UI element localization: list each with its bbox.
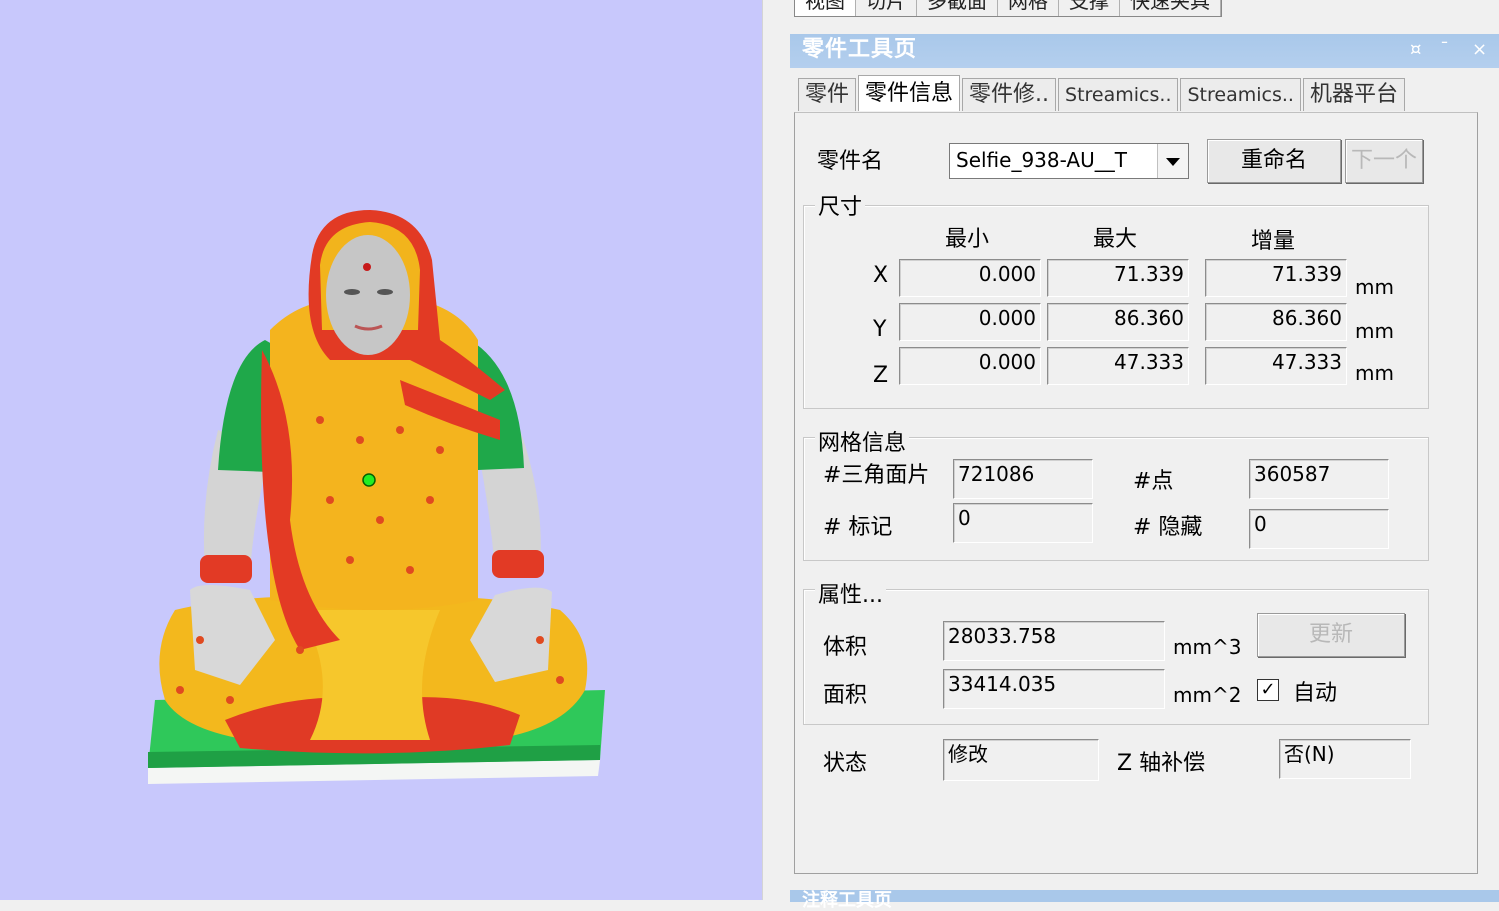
right-panel: 视图 切片 多截面 网格 支撑 快速夹具 零件工具页 ¤ ˉ × 零件 零件信息… [784, 0, 1499, 910]
3d-viewport[interactable] [0, 0, 762, 900]
statue-model[interactable] [0, 0, 762, 900]
tab-part-info[interactable]: 零件信息 [858, 75, 961, 111]
dimensions-title: 尺寸 [815, 189, 866, 221]
y-delta-field: 86.360 [1205, 303, 1347, 341]
y-unit: mm [1355, 319, 1394, 343]
panel-title: 零件工具页 [802, 37, 918, 62]
area-field: 33414.035 [943, 669, 1165, 709]
status-label: 状态 [823, 751, 868, 776]
close-icon[interactable]: × [1472, 34, 1487, 66]
points-label: #点 [1133, 469, 1174, 494]
part-name-label: 零件名 [817, 149, 884, 174]
annotation-tools-title-bar[interactable]: 注释工具页 [790, 890, 1499, 910]
tab-part-repair[interactable]: 零件修.. [962, 78, 1057, 111]
z-compensation-label: Z 轴补偿 [1117, 751, 1206, 776]
points-field: 360587 [1249, 459, 1389, 499]
mesh-info-title: 网格信息 [815, 425, 910, 457]
tab-view[interactable]: 视图 [795, 0, 856, 16]
area-label: 面积 [823, 683, 868, 708]
z-delta-field: 47.333 [1205, 347, 1347, 385]
part-tools-tabs: 零件 零件信息 零件修.. Streamics.. Streamics.. 机器… [798, 75, 1407, 112]
marked-label: # 标记 [823, 515, 893, 540]
y-min-field: 0.000 [899, 303, 1041, 341]
axis-x-label: X [873, 263, 889, 288]
z-unit: mm [1355, 361, 1394, 385]
tab-mesh[interactable]: 网格 [998, 0, 1059, 16]
next-button[interactable]: 下一个 [1345, 139, 1423, 183]
volume-label: 体积 [823, 635, 868, 660]
part-name-value: Selfie_938-AU__T [956, 148, 1127, 172]
tab-support[interactable]: 支撑 [1059, 0, 1120, 16]
triangles-label: #三角面片 [823, 463, 930, 488]
tab-quick-fixture[interactable]: 快速夹具 [1120, 0, 1221, 16]
auto-label: 自动 [1293, 681, 1338, 706]
chevron-down-icon[interactable] [1157, 144, 1188, 178]
x-delta-field: 71.339 [1205, 259, 1347, 297]
x-unit: mm [1355, 275, 1394, 299]
rename-button[interactable]: 重命名 [1207, 139, 1341, 183]
x-max-field: 71.339 [1047, 259, 1189, 297]
header-delta: 增量 [1251, 229, 1296, 254]
axis-y-label: Y [873, 317, 887, 342]
tab-machine-platform[interactable]: 机器平台 [1302, 78, 1405, 111]
properties-title: 属性... [815, 577, 886, 609]
status-field: 修改 [943, 739, 1099, 781]
area-unit: mm^2 [1173, 683, 1242, 707]
hidden-label: # 隐藏 [1133, 515, 1203, 540]
pin-icon[interactable]: ¤ [1410, 34, 1421, 66]
part-tools-title-bar: 零件工具页 ¤ ˉ × [790, 34, 1499, 68]
volume-unit: mm^3 [1173, 635, 1242, 659]
tab-part[interactable]: 零件 [798, 78, 857, 111]
header-min: 最小 [945, 227, 990, 252]
part-info-page: 零件名 Selfie_938-AU__T 重命名 下一个 尺寸 最小 最大 增量… [794, 112, 1478, 874]
triangles-field: 721086 [953, 459, 1093, 499]
tab-slice[interactable]: 切片 [856, 0, 917, 16]
splitter[interactable] [762, 0, 785, 900]
tab-streamics-1[interactable]: Streamics.. [1058, 78, 1179, 111]
z-min-field: 0.000 [899, 347, 1041, 385]
top-tab-bar: 视图 切片 多截面 网格 支撑 快速夹具 [794, 0, 1222, 17]
x-min-field: 0.000 [899, 259, 1041, 297]
axis-z-label: Z [873, 363, 889, 388]
z-max-field: 47.333 [1047, 347, 1189, 385]
part-name-dropdown[interactable]: Selfie_938-AU__T [949, 143, 1189, 179]
tab-streamics-2[interactable]: Streamics.. [1180, 78, 1301, 111]
marked-field: 0 [953, 503, 1093, 543]
hidden-field: 0 [1249, 509, 1389, 549]
annotation-tools-title: 注释工具页 [802, 890, 892, 911]
minimize-icon[interactable]: ˉ [1440, 34, 1449, 66]
header-max: 最大 [1093, 227, 1138, 252]
z-compensation-field: 否(N) [1279, 739, 1411, 779]
volume-field: 28033.758 [943, 621, 1165, 661]
tab-multi-section[interactable]: 多截面 [917, 0, 998, 16]
auto-checkbox[interactable]: ✓ [1257, 679, 1279, 701]
y-max-field: 86.360 [1047, 303, 1189, 341]
update-button[interactable]: 更新 [1257, 613, 1405, 657]
